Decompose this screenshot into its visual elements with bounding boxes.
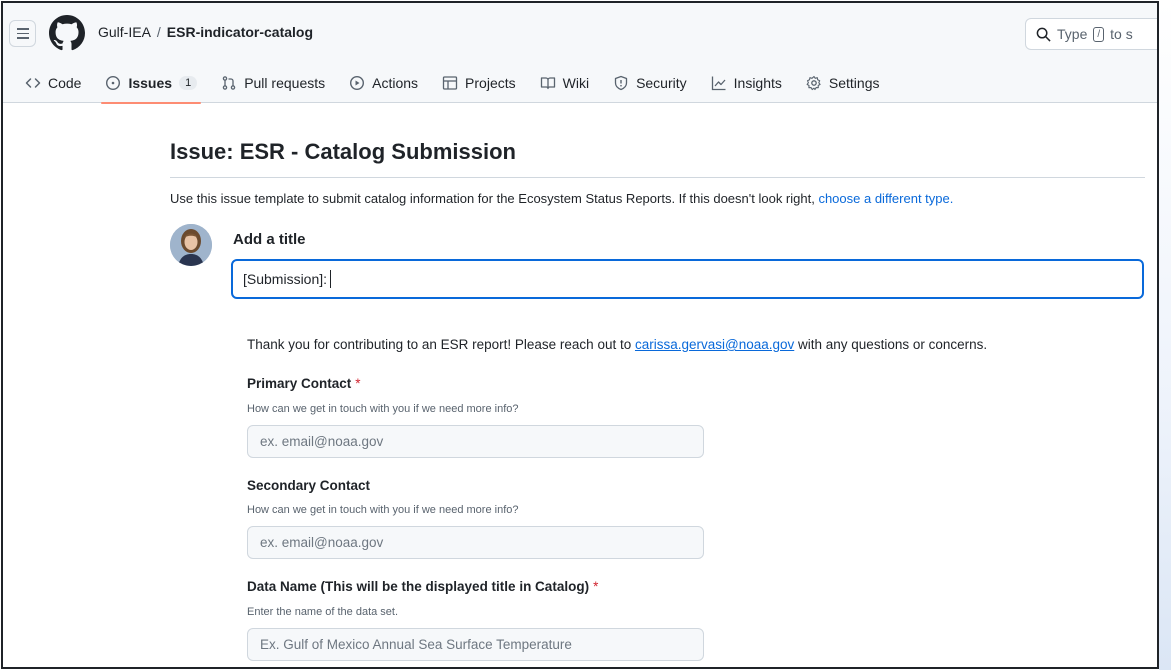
field-label-text: Secondary Contact <box>247 478 371 493</box>
play-icon <box>350 75 365 91</box>
table-icon <box>442 76 458 90</box>
tab-issues[interactable]: Issues 1 <box>93 63 209 104</box>
choose-different-type-link[interactable]: choose a different type. <box>818 191 953 206</box>
tab-label: Code <box>48 75 82 91</box>
tab-actions[interactable]: Actions <box>337 63 430 103</box>
search-icon <box>1036 27 1051 42</box>
repo-nav-tabs: Code Issues 1 Pull requests Actions Proj… <box>3 63 892 104</box>
breadcrumb-owner-link[interactable]: Gulf-IEA <box>98 24 151 40</box>
add-title-label: Add a title <box>233 231 306 248</box>
avatar[interactable] <box>170 224 212 266</box>
repo-header: Gulf-IEA / ESR-indicator-catalog Type / to… <box>3 3 1157 104</box>
menu-line-icon <box>16 28 29 30</box>
primary-contact-label: Primary Contact * <box>247 376 361 391</box>
secondary-contact-label: Secondary Contact <box>247 478 370 493</box>
form-intro-text: Thank you for contributing to an ESR rep… <box>247 337 987 352</box>
git-pull-request-icon <box>222 76 236 90</box>
data-name-help: Enter the name of the data set. <box>247 606 399 618</box>
tab-label: Security <box>636 75 687 91</box>
breadcrumb-repo-link[interactable]: ESR-indicator-catalog <box>167 24 313 40</box>
page-title: Issue: ESR - Catalog Submission <box>170 139 516 164</box>
code-icon <box>25 78 41 88</box>
hamburger-menu-button[interactable] <box>9 20 36 47</box>
title-input[interactable]: [Submission]: <box>231 259 1144 299</box>
field-label-text: Data Name (This will be the displayed ti… <box>247 579 590 594</box>
tab-pull-requests[interactable]: Pull requests <box>209 63 337 103</box>
tab-label: Wiki <box>562 75 590 91</box>
primary-contact-help: How can we get in touch with you if we n… <box>247 403 519 415</box>
book-icon <box>540 77 555 90</box>
primary-contact-input[interactable]: ex. email@noaa.gov <box>247 425 704 458</box>
secondary-contact-help: How can we get in touch with you if we n… <box>247 504 519 516</box>
issues-count-badge: 1 <box>179 76 198 90</box>
search-shortcut-key: / <box>1093 26 1105 42</box>
tab-code[interactable]: Code <box>13 63 93 103</box>
template-intro: Use this issue template to submit catalo… <box>170 191 953 206</box>
input-placeholder: ex. email@noaa.gov <box>260 535 384 550</box>
divider <box>170 177 1145 178</box>
gear-icon <box>806 75 821 91</box>
search-placeholder-prefix: Type <box>1057 26 1088 42</box>
tab-label: Settings <box>828 75 880 91</box>
input-placeholder: Ex. Gulf of Mexico Annual Sea Surface Te… <box>260 637 572 652</box>
title-input-value: [Submission]: <box>243 271 328 287</box>
search-placeholder-suffix: to s <box>1110 26 1133 42</box>
tab-label: Projects <box>465 75 516 91</box>
data-name-input[interactable]: Ex. Gulf of Mexico Annual Sea Surface Te… <box>247 628 704 661</box>
issue-opened-icon <box>106 75 121 91</box>
tab-label: Actions <box>372 75 419 91</box>
menu-line-icon <box>16 32 29 35</box>
user-avatar-icon <box>170 224 212 266</box>
breadcrumb: Gulf-IEA / ESR-indicator-catalog <box>98 24 313 40</box>
data-name-label: Data Name (This will be the displayed ti… <box>247 579 598 594</box>
tab-wiki[interactable]: Wiki <box>528 63 601 103</box>
tab-settings[interactable]: Settings <box>794 63 892 103</box>
intro-text: Use this issue template to submit catalo… <box>170 191 819 206</box>
input-placeholder: ex. email@noaa.gov <box>260 434 384 449</box>
text-caret <box>330 270 332 288</box>
menu-line-icon <box>16 37 29 39</box>
breadcrumb-separator: / <box>156 24 161 40</box>
field-label-text: Primary Contact <box>247 376 352 391</box>
contact-email-link[interactable]: carissa.gervasi@noaa.gov <box>635 337 794 352</box>
shield-icon <box>614 75 628 91</box>
github-logo-icon[interactable] <box>49 15 85 51</box>
graph-icon <box>711 76 726 91</box>
secondary-contact-input[interactable]: ex. email@noaa.gov <box>247 526 704 559</box>
tab-insights[interactable]: Insights <box>699 63 794 103</box>
required-marker: * <box>593 579 599 594</box>
search-input[interactable]: Type / to s <box>1025 18 1157 50</box>
thanks-prefix: Thank you for contributing to an ESR rep… <box>247 337 635 352</box>
tab-label: Issues <box>128 75 173 91</box>
background-decoration <box>1159 0 1171 670</box>
tab-label: Insights <box>733 75 782 91</box>
tab-projects[interactable]: Projects <box>430 63 528 103</box>
thanks-suffix: with any questions or concerns. <box>794 337 988 352</box>
tab-label: Pull requests <box>244 75 326 91</box>
required-marker: * <box>355 376 361 391</box>
browser-frame: Gulf-IEA / ESR-indicator-catalog Type / to… <box>1 1 1159 669</box>
tab-security[interactable]: Security <box>601 63 699 103</box>
